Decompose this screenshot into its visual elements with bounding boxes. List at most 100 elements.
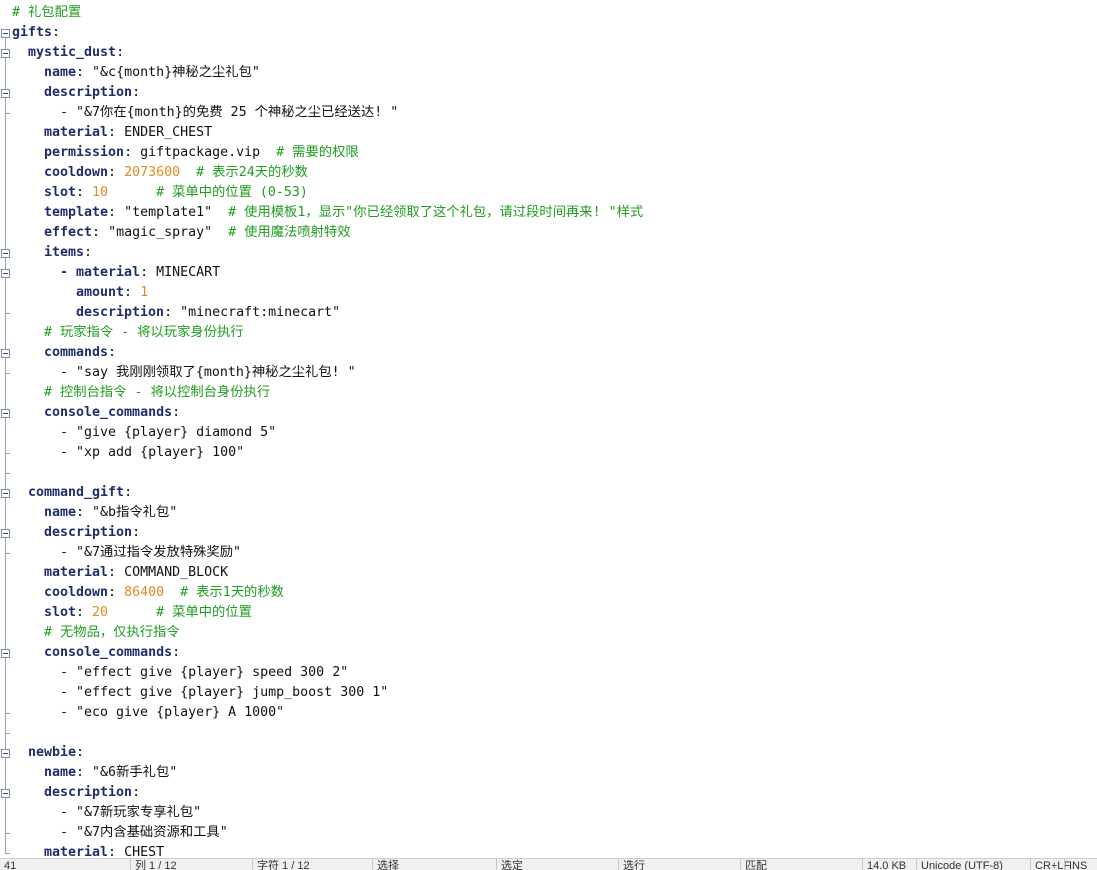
code-line[interactable]: cooldown: 86400 # 表示1天的秒数 — [12, 583, 284, 603]
code-line[interactable]: slot: 20 # 菜单中的位置 — [12, 603, 252, 623]
code-line[interactable]: material: COMMAND_BLOCK — [12, 563, 228, 583]
code-line[interactable]: - "effect give {player} jump_boost 300 1… — [12, 683, 388, 703]
code-line[interactable]: - "eco give {player} A 1000" — [12, 703, 284, 723]
code-token: : — [124, 145, 141, 160]
fold-toggle-icon[interactable] — [1, 49, 10, 58]
code-token: description — [76, 305, 165, 320]
code-token: : — [52, 25, 61, 40]
fold-end-tick — [5, 713, 10, 714]
fold-toggle-icon[interactable] — [1, 89, 10, 98]
code-line[interactable]: material: ENDER_CHEST — [12, 123, 212, 143]
code-line[interactable]: name: "&6新手礼包" — [12, 763, 177, 783]
code-token: 1 — [140, 285, 149, 300]
code-token: "template1" — [124, 205, 213, 220]
fold-end-tick — [5, 473, 10, 474]
fold-toggle-icon[interactable] — [1, 529, 10, 538]
code-token: : — [132, 85, 141, 100]
fold-toggle-icon[interactable] — [1, 29, 10, 38]
fold-toggle-icon[interactable] — [1, 249, 10, 258]
fold-end-tick — [5, 113, 10, 114]
code-line[interactable]: console_commands: — [12, 403, 180, 423]
code-token: description — [44, 525, 133, 540]
status-field: 匹配 — [740, 859, 767, 870]
code-line[interactable]: console_commands: — [12, 643, 180, 663]
code-line[interactable]: amount: 1 — [12, 283, 148, 303]
code-line[interactable]: description: — [12, 783, 140, 803]
code-line[interactable]: - "&7你在{month}的免费 25 个神秘之尘已经送达! " — [12, 103, 398, 123]
code-line[interactable]: template: "template1" # 使用模板1，显示"你已经领取了这… — [12, 203, 643, 223]
code-line[interactable]: cooldown: 2073600 # 表示24天的秒数 — [12, 163, 308, 183]
code-line[interactable]: description: — [12, 523, 140, 543]
fold-range-line — [5, 538, 6, 553]
code-line[interactable]: - "say 我刚刚领取了{month}神秘之尘礼包! " — [12, 363, 356, 383]
code-line[interactable]: items: — [12, 243, 92, 263]
code-line[interactable]: # 无物品，仅执行指令 — [12, 623, 180, 643]
code-token: - — [60, 825, 77, 840]
fold-range-line — [5, 98, 6, 113]
code-token: : — [76, 605, 93, 620]
code-line[interactable]: - "&7新玩家专享礼包" — [12, 803, 201, 823]
code-line[interactable]: mystic_dust: — [12, 43, 124, 63]
fold-toggle-icon[interactable] — [1, 789, 10, 798]
fold-toggle-icon[interactable] — [1, 349, 10, 358]
code-editor[interactable]: # 礼包配置 gifts: mystic_dust: name: "&c{month}… — [0, 0, 1097, 858]
code-token: # 控制台指令 - 将以控制台身份执行 — [44, 385, 271, 400]
code-token: 2073600 — [124, 165, 181, 180]
code-token: - — [60, 805, 77, 820]
code-token: ENDER_CHEST — [124, 125, 213, 140]
code-line[interactable]: # 玩家指令 - 将以玩家身份执行 — [12, 323, 244, 343]
code-line[interactable]: name: "&b指令礼包" — [12, 503, 177, 523]
code-token: "eco give {player} A 1000" — [76, 705, 285, 720]
code-token: material — [44, 125, 109, 140]
code-token: MINECART — [156, 265, 221, 280]
code-line[interactable]: - "effect give {player} speed 300 2" — [12, 663, 348, 683]
code-line[interactable]: # 礼包配置 — [12, 3, 81, 23]
status-field: 列 1 / 12 — [130, 859, 177, 870]
code-line[interactable]: permission: giftpackage.vip # 需要的权限 — [12, 143, 359, 163]
code-line[interactable]: - material: MINECART — [12, 263, 220, 283]
fold-end-tick — [5, 453, 10, 454]
code-token: # 使用魔法喷射特效 — [228, 225, 351, 240]
code-token: : — [92, 225, 109, 240]
fold-toggle-icon[interactable] — [1, 269, 10, 278]
code-token: "&c{month}神秘之尘礼包" — [92, 65, 260, 80]
code-line[interactable]: command_gift: — [12, 483, 132, 503]
code-line[interactable]: - "&7通过指令发放特殊奖励" — [12, 543, 241, 563]
fold-gutter[interactable] — [0, 0, 11, 858]
code-token: # 表示24天的秒数 — [196, 165, 308, 180]
code-line[interactable]: material: CHEST — [12, 843, 164, 858]
code-line[interactable]: description: "minecraft:minecart" — [12, 303, 340, 323]
fold-toggle-icon[interactable] — [1, 489, 10, 498]
code-line[interactable]: description: — [12, 83, 140, 103]
code-token: : — [84, 245, 93, 260]
code-token: material — [76, 265, 141, 280]
code-line[interactable]: gifts: — [12, 23, 60, 43]
code-line[interactable]: name: "&c{month}神秘之尘礼包" — [12, 63, 260, 83]
code-token: # 表示1天的秒数 — [180, 585, 284, 600]
fold-toggle-icon[interactable] — [1, 649, 10, 658]
code-token: "&6新手礼包" — [92, 765, 178, 780]
code-line[interactable]: - "xp add {player} 100" — [12, 443, 244, 463]
code-token: : — [124, 485, 133, 500]
code-line[interactable]: slot: 10 # 菜单中的位置 (0-53) — [12, 183, 308, 203]
code-line[interactable]: newbie: — [12, 743, 84, 763]
code-token: : — [76, 505, 93, 520]
code-line[interactable]: commands: — [12, 343, 116, 363]
fold-toggle-icon[interactable] — [1, 409, 10, 418]
code-line[interactable]: effect: "magic_spray" # 使用魔法喷射特效 — [12, 223, 351, 243]
code-line[interactable]: - "give {player} diamond 5" — [12, 423, 276, 443]
code-token: : — [164, 305, 181, 320]
code-token: "effect give {player} speed 300 2" — [76, 665, 349, 680]
code-line[interactable]: # 控制台指令 - 将以控制台身份执行 — [12, 383, 270, 403]
code-line[interactable]: - "&7内含基础资源和工具" — [12, 823, 228, 843]
fold-toggle-icon[interactable] — [1, 749, 10, 758]
code-token: name — [44, 765, 77, 780]
status-field: 选行 — [618, 859, 645, 870]
code-token: slot — [44, 185, 77, 200]
code-token: cooldown — [44, 165, 109, 180]
code-token: # 菜单中的位置 (0-53) — [156, 185, 308, 200]
code-token: - — [60, 665, 77, 680]
